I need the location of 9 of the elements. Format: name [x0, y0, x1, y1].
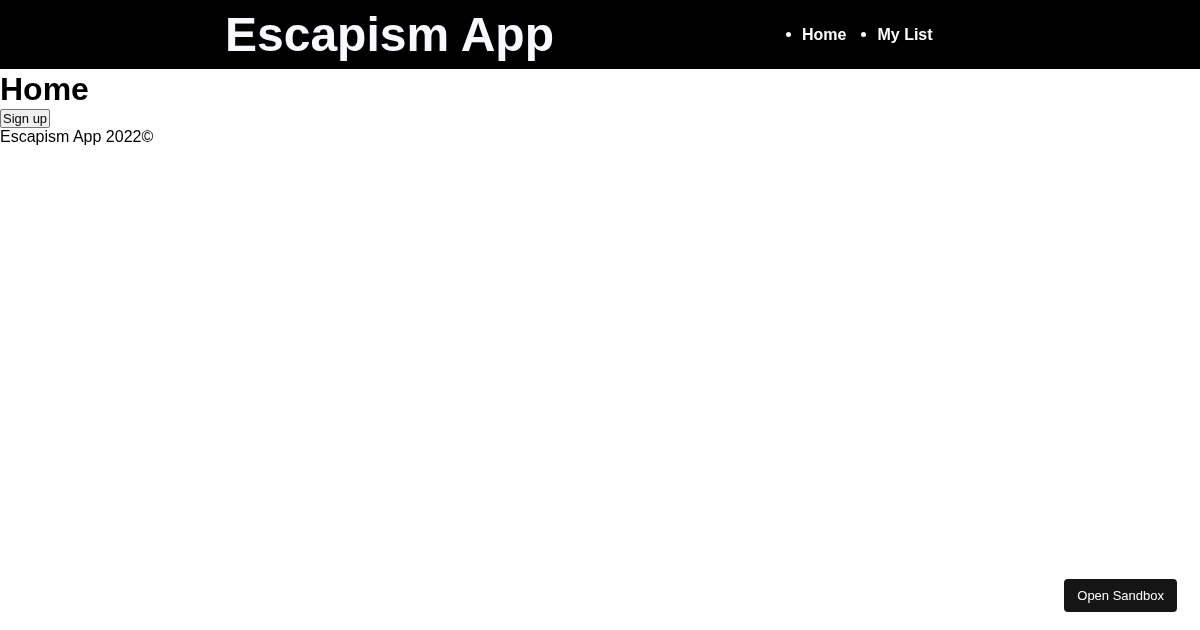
- open-sandbox-button[interactable]: Open Sandbox: [1064, 579, 1177, 612]
- bullet-icon: [861, 32, 867, 37]
- footer-text: Escapism App 2022©: [0, 128, 155, 146]
- nav-link[interactable]: Home: [802, 25, 847, 44]
- sign-up-button[interactable]: Sign up: [0, 109, 51, 128]
- page-heading: Home: [0, 71, 90, 107]
- bullet-icon: [786, 32, 791, 37]
- app-title: Escapism App: [225, 10, 554, 59]
- nav-link[interactable]: My List: [877, 25, 933, 44]
